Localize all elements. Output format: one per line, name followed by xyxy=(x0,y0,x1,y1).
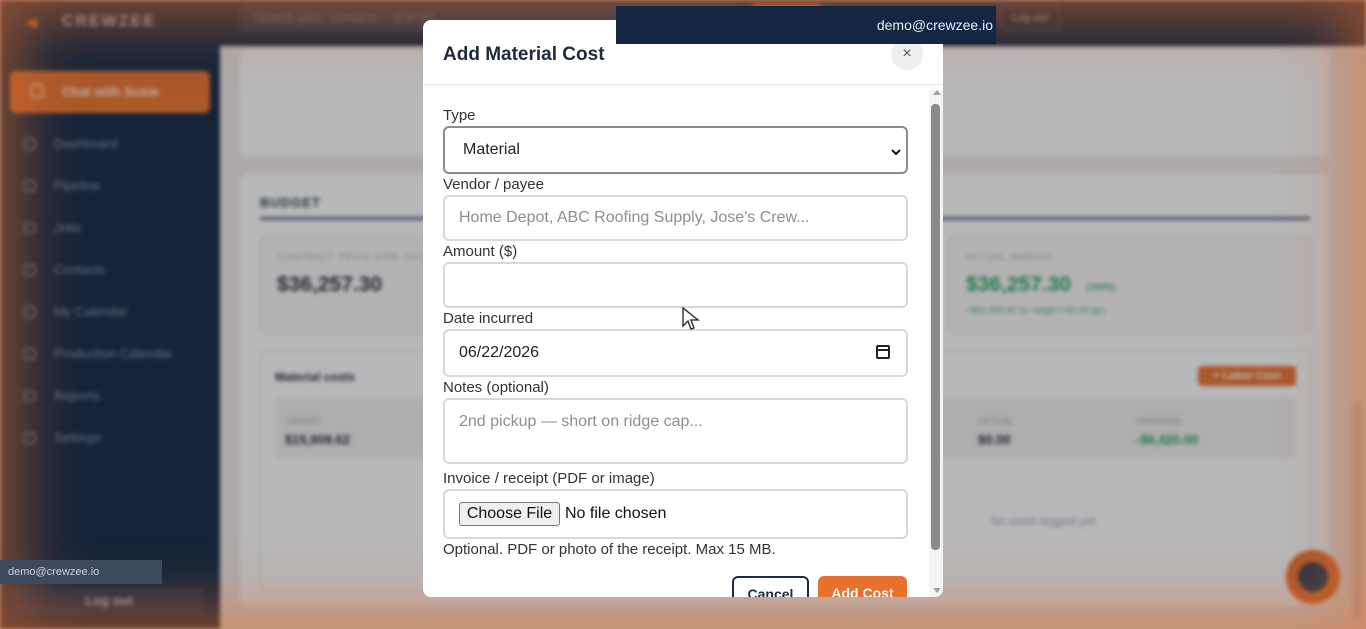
choose-file-button[interactable]: Choose File xyxy=(459,502,560,526)
file-input[interactable]: Choose File No file chosen xyxy=(443,489,908,539)
close-icon: × xyxy=(902,45,912,62)
user-email-badge: demo@crewzee.io xyxy=(616,6,996,44)
date-label: Date incurred xyxy=(443,310,534,327)
file-hint: Optional. PDF or photo of the receipt. M… xyxy=(443,541,776,558)
modal-body: Type Material Vendor / payee Home Depot,… xyxy=(423,85,943,597)
mouse-cursor-icon xyxy=(682,306,700,330)
scroll-thumb[interactable] xyxy=(931,104,940,550)
file-label: Invoice / receipt (PDF or image) xyxy=(443,470,655,487)
add-cost-button[interactable]: Add Cost xyxy=(818,576,907,597)
modal-scrollbar[interactable] xyxy=(929,90,943,597)
no-file-text: No file chosen xyxy=(565,505,667,522)
scroll-up-arrow-icon[interactable] xyxy=(933,90,941,95)
date-input[interactable]: 06/22/2026 xyxy=(443,329,908,377)
vendor-placeholder: Home Depot, ABC Roofing Supply, Jose's C… xyxy=(459,209,810,226)
modal-title: Add Material Cost xyxy=(443,44,605,65)
type-select-value: Material xyxy=(463,141,520,158)
notes-label: Notes (optional) xyxy=(443,379,549,396)
vendor-input[interactable]: Home Depot, ABC Roofing Supply, Jose's C… xyxy=(443,195,908,241)
amount-input[interactable] xyxy=(443,262,908,308)
type-select[interactable]: Material xyxy=(443,126,908,174)
amount-label: Amount ($) xyxy=(443,243,518,260)
cancel-button[interactable]: Cancel xyxy=(732,576,809,597)
type-label: Type xyxy=(443,107,476,124)
vendor-label: Vendor / payee xyxy=(443,176,544,193)
calendar-icon[interactable] xyxy=(876,345,890,359)
sidebar-email-tooltip: demo@crewzee.io xyxy=(0,560,162,584)
notes-placeholder: 2nd pickup — short on ridge cap... xyxy=(459,413,703,430)
scroll-down-arrow-icon[interactable] xyxy=(933,588,941,593)
chevron-down-icon xyxy=(891,149,901,156)
notes-textarea[interactable]: 2nd pickup — short on ridge cap... xyxy=(443,398,908,464)
date-value: 06/22/2026 xyxy=(459,344,540,361)
